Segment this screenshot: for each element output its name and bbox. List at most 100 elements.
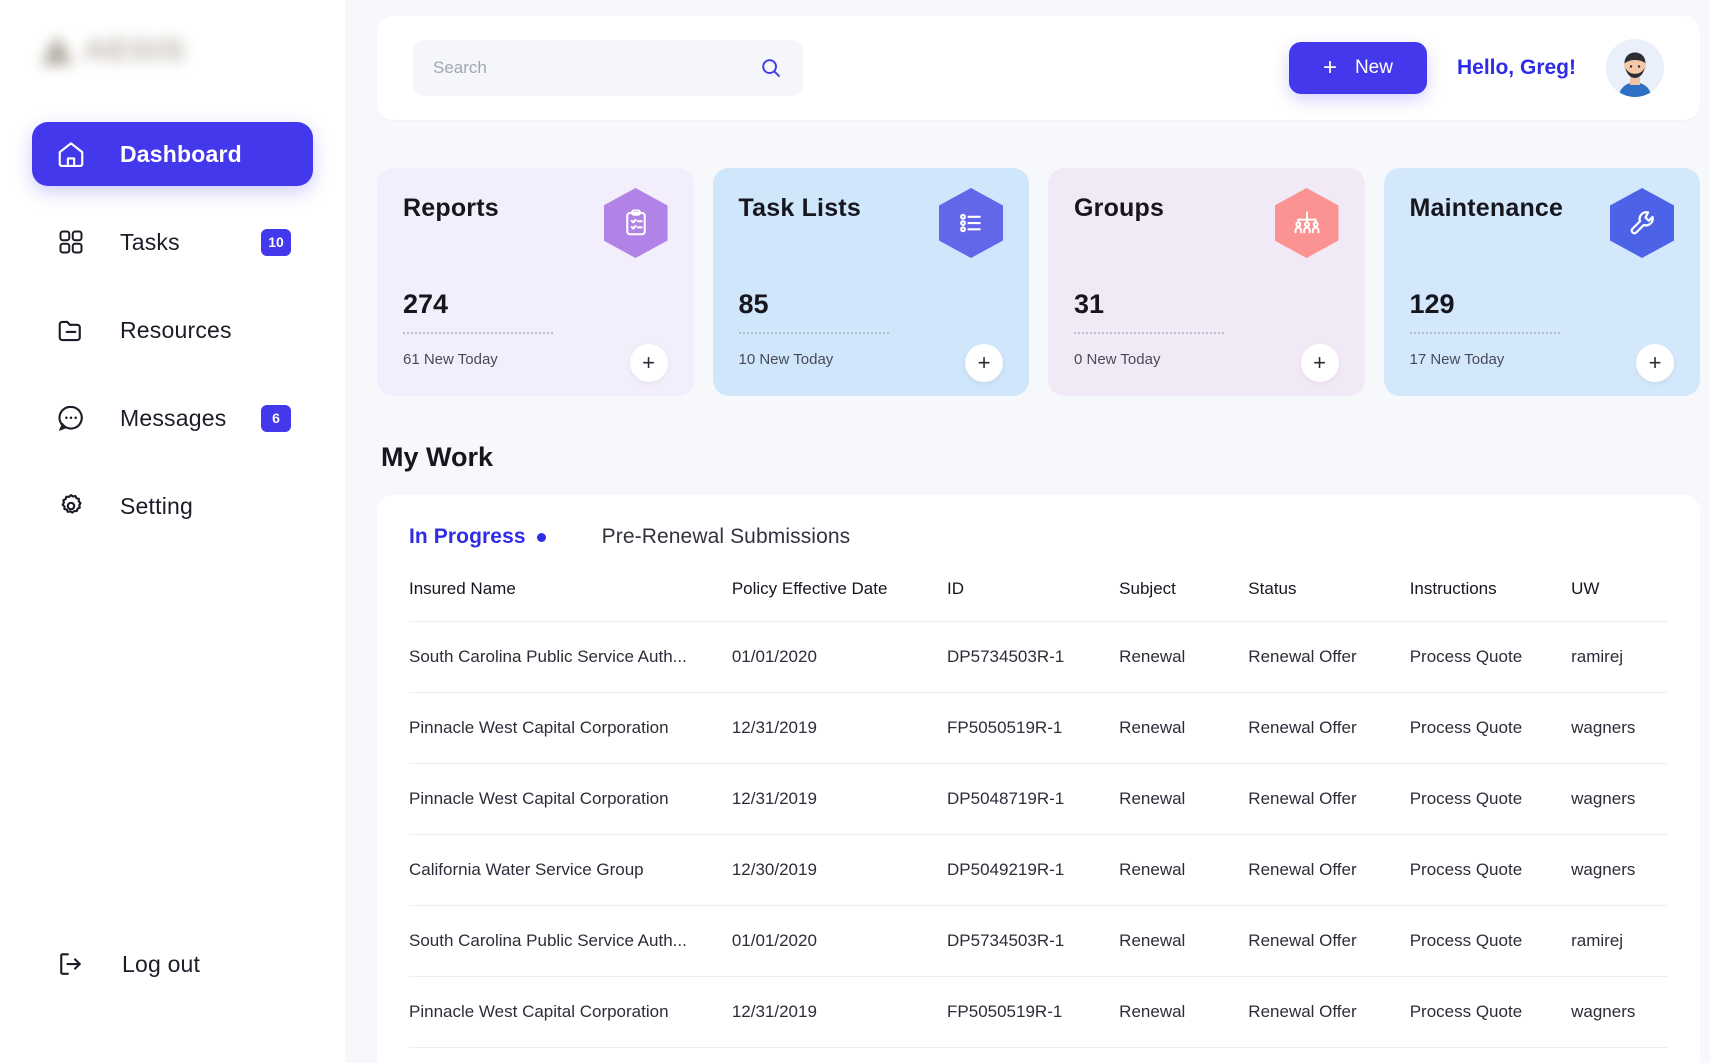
stat-card-maintenance[interactable]: Maintenance 129 17 New Today + <box>1383 168 1700 396</box>
cell-insured-name: California Water Service Group <box>409 834 732 906</box>
cell-id: DP5048719R-1 <box>947 1047 1120 1063</box>
card-divider <box>738 332 889 334</box>
cell-subject: Renewal <box>1119 834 1249 906</box>
card-add-button[interactable]: + <box>1636 344 1674 382</box>
chat-icon <box>54 401 88 435</box>
sidebar-item-label: Tasks <box>120 228 180 255</box>
search-icon[interactable] <box>759 56 783 80</box>
sidebar-badge-tasks: 10 <box>261 228 291 256</box>
logo: AEGIS <box>0 0 345 100</box>
app-root: AEGIS Dashboard Tasks 10 Resources Messa… <box>0 0 1710 1063</box>
cell-policy-date: 12/30/2019 <box>731 834 948 906</box>
sidebar-item-label: Resources <box>120 316 232 343</box>
column-header-status[interactable]: Status <box>1248 579 1409 622</box>
sidebar-item-label: Dashboard <box>120 140 242 167</box>
page-title: My Work <box>381 442 494 472</box>
stat-card-groups[interactable]: Groups 31 0 New Today + <box>1048 168 1365 396</box>
cell-subject: Renewal <box>1119 976 1249 1048</box>
logout-button[interactable]: Log out <box>0 947 200 981</box>
sidebar-item-tasks[interactable]: Tasks 10 <box>32 210 313 274</box>
topbar: + New Hello, Greg! <box>377 16 1700 120</box>
cell-uw: wagners <box>1571 1047 1668 1063</box>
card-divider <box>403 332 553 334</box>
sidebar-item-messages[interactable]: Messages 6 <box>32 386 313 450</box>
cell-id: FP5050519R-1 <box>947 976 1120 1048</box>
search-box[interactable] <box>413 40 803 96</box>
sidebar-item-resources[interactable]: Resources <box>32 298 313 362</box>
card-add-button[interactable]: + <box>1300 344 1339 382</box>
my-work-tabs: In Progress Pre-Renewal Submissions <box>409 525 1668 549</box>
card-value: 274 <box>403 289 449 319</box>
cell-insured-name: Pinnacle West Capital Corporation <box>409 1047 732 1063</box>
table-row[interactable]: Pinnacle West Capital Corporation12/31/2… <box>409 1047 1668 1063</box>
cell-subject: Renewal <box>1119 621 1249 693</box>
search-input[interactable] <box>433 58 759 78</box>
card-subtitle: 0 New Today <box>1074 350 1161 368</box>
cell-id: DP5048719R-1 <box>947 763 1120 835</box>
folder-icon <box>54 313 88 347</box>
sidebar-nav: Dashboard Tasks 10 Resources Messages 6 … <box>0 122 345 538</box>
cell-policy-date: 01/01/2020 <box>731 621 948 693</box>
card-value: 129 <box>1409 289 1455 319</box>
cell-status: Renewal Offer <box>1248 834 1410 906</box>
tab-label: In Progress <box>409 525 526 548</box>
column-header-subject[interactable]: Subject <box>1119 579 1248 622</box>
table-row[interactable]: South Carolina Public Service Auth... 01/… <box>409 621 1668 693</box>
sidebar-item-setting[interactable]: Setting <box>32 474 313 538</box>
stat-card-task-lists[interactable]: Task Lists 85 10 New Today + <box>712 168 1029 396</box>
table-row[interactable]: California Water Service Group 12/30/2019… <box>409 834 1668 906</box>
cell-id: DP5734503R-1 <box>947 621 1120 693</box>
cell-subject: Renewal <box>1119 763 1249 835</box>
cell-instructions: Process Quote <box>1409 692 1572 764</box>
column-header-uw[interactable]: UW <box>1571 579 1668 622</box>
tab-pre-renewal-submissions[interactable]: Pre-Renewal Submissions <box>602 525 851 549</box>
cell-instructions: Process Quote <box>1409 1047 1572 1063</box>
card-value: 85 <box>738 289 769 319</box>
card-add-button[interactable]: + <box>965 344 1003 382</box>
tab-label: Pre-Renewal Submissions <box>601 525 851 548</box>
cell-uw: wagners <box>1571 976 1668 1048</box>
clipboard-check-icon <box>603 188 668 258</box>
table-row[interactable]: Pinnacle West Capital Corporation12/31/2… <box>409 976 1668 1048</box>
cell-instructions: Process Quote <box>1409 621 1572 693</box>
stat-card-reports[interactable]: Reports 274 61 New Today + <box>377 168 694 396</box>
cell-id: FP5050519R-1 <box>947 692 1120 764</box>
grid-icon <box>54 225 88 259</box>
column-header-id[interactable]: ID <box>947 579 1119 622</box>
card-add-button[interactable]: + <box>629 344 668 382</box>
card-subtitle: 61 New Today <box>403 350 498 368</box>
cell-instructions: Process Quote <box>1409 905 1572 977</box>
cell-insured-name: Pinnacle West Capital Corporation <box>409 763 732 835</box>
gear-icon <box>54 489 88 523</box>
column-header-instructions[interactable]: Instructions <box>1410 579 1571 622</box>
column-header-insured-name[interactable]: Insured Name <box>409 579 732 622</box>
logo-text: AEGIS <box>84 32 186 67</box>
cell-id: DP5049219R-1 <box>947 834 1120 906</box>
list-icon <box>939 188 1003 258</box>
new-button[interactable]: + New <box>1288 42 1427 94</box>
cell-status: Renewal Offer <box>1248 976 1410 1048</box>
cell-policy-date: 12/31/2019 <box>731 763 948 835</box>
sidebar-item-label: Messages <box>120 404 227 431</box>
column-header-policy-date[interactable]: Policy Effective Date <box>732 579 947 622</box>
topbar-right: + New Hello, Greg! <box>1288 39 1664 97</box>
cell-policy-date: 12/31/2019 <box>731 976 948 1048</box>
tab-in-progress[interactable]: In Progress <box>409 525 546 549</box>
cell-insured-name: South Carolina Public Service Auth... <box>409 621 732 693</box>
avatar[interactable] <box>1606 39 1664 97</box>
sidebar-item-dashboard[interactable]: Dashboard <box>32 122 313 186</box>
cell-subject: Renewal <box>1119 1047 1249 1063</box>
table-body: South Carolina Public Service Auth... 01/… <box>409 621 1668 1063</box>
cell-status: Renewal Offer <box>1248 692 1410 764</box>
cell-instructions: Process Quote <box>1409 976 1572 1048</box>
cell-status: Renewal Offer <box>1248 621 1410 693</box>
cell-subject: Renewal <box>1119 905 1249 977</box>
tab-active-dot-icon <box>536 532 546 542</box>
table-row[interactable]: South Carolina Public Service Auth... 01/… <box>409 905 1668 977</box>
logout-label: Log out <box>122 950 201 977</box>
table-row[interactable]: Pinnacle West Capital Corporation12/31/2… <box>409 763 1668 835</box>
table-row[interactable]: Pinnacle West Capital Corporation12/31/2… <box>409 692 1668 764</box>
table-head: Insured Name Policy Effective Date ID Su… <box>409 579 1668 622</box>
card-title: Maintenance <box>1409 194 1564 222</box>
card-subtitle: 10 New Today <box>738 350 834 368</box>
